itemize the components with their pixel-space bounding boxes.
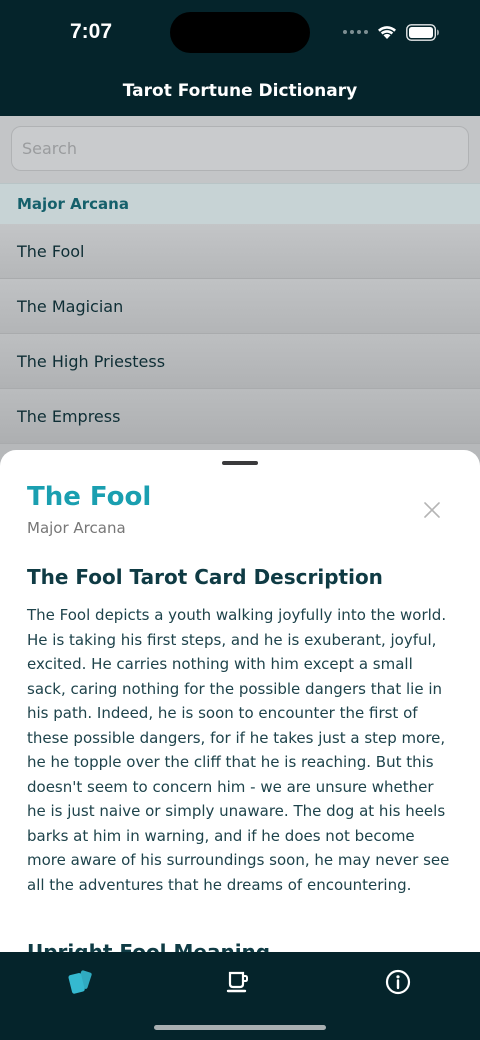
card-detail-sheet: The Fool Major Arcana The Fool Tarot Car… [0, 450, 480, 952]
section-header-major-arcana: Major Arcana [0, 183, 480, 224]
cup-icon [226, 971, 248, 993]
description-heading: The Fool Tarot Card Description [27, 565, 383, 589]
nav-title: Tarot Fortune Dictionary [122, 81, 358, 101]
tab-bar [0, 952, 480, 1040]
list-item[interactable]: The Empress [0, 389, 480, 444]
close-icon [424, 502, 440, 518]
wifi-icon [378, 26, 396, 39]
signal-icon [343, 30, 368, 34]
status-bar: 7:07 [0, 0, 480, 66]
cards-icon [68, 970, 92, 994]
battery-icon [406, 23, 439, 41]
card-title: The Fool [27, 482, 152, 512]
sheet-grabber[interactable] [222, 461, 258, 465]
close-button[interactable] [418, 496, 446, 524]
tab-info[interactable] [378, 966, 418, 998]
status-icons [343, 22, 440, 42]
list-item[interactable]: The Magician [0, 279, 480, 334]
dynamic-island [170, 12, 310, 53]
tab-cards[interactable] [60, 966, 100, 998]
upright-meaning-heading: Upright Fool Meaning [27, 940, 271, 952]
status-time: 7:07 [70, 20, 113, 43]
card-suit: Major Arcana [27, 519, 126, 537]
search-bar [0, 116, 480, 183]
tab-cup[interactable] [218, 966, 258, 998]
description-text: The Fool depicts a youth walking joyfull… [27, 606, 450, 894]
search-input[interactable] [11, 126, 469, 171]
card-list: Major Arcana The Fool The Magician The H… [0, 116, 480, 476]
home-indicator[interactable] [154, 1025, 326, 1030]
info-icon [385, 969, 411, 995]
list-item[interactable]: The High Priestess [0, 334, 480, 389]
list-item[interactable]: The Fool [0, 224, 480, 279]
